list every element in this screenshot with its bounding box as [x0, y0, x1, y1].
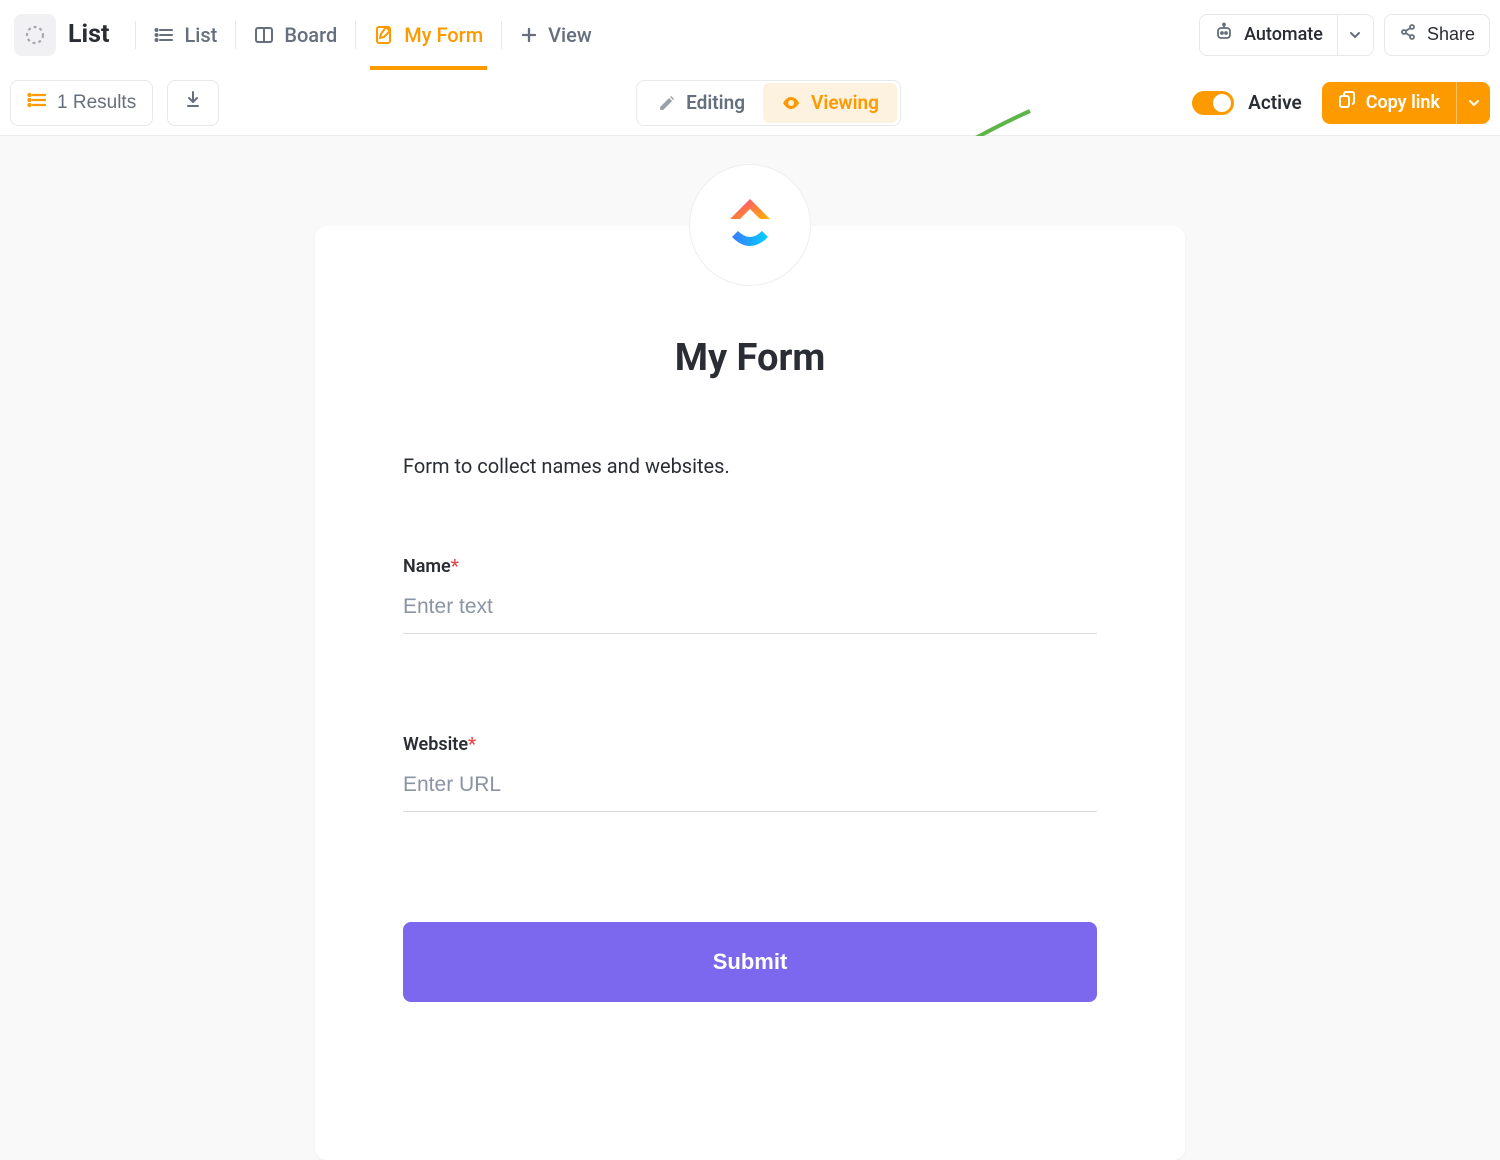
automate-dropdown[interactable] — [1337, 15, 1373, 55]
field-label-name: Name* — [403, 556, 1097, 577]
field-website: Website* — [403, 734, 1097, 812]
editing-label: Editing — [686, 91, 745, 114]
active-toggle[interactable]: Active — [1192, 91, 1302, 115]
active-label: Active — [1248, 91, 1302, 114]
required-indicator: * — [468, 734, 476, 755]
secondary-toolbar: 1 Results Editing Viewing Active — [0, 70, 1500, 136]
tab-label: Board — [284, 23, 337, 47]
share-icon — [1399, 23, 1417, 46]
automate-main[interactable]: Automate — [1200, 15, 1337, 55]
mode-segment: Editing Viewing — [636, 80, 901, 126]
robot-icon — [1214, 22, 1234, 47]
separator — [355, 21, 356, 49]
right-tools: Active Copy link — [1192, 82, 1490, 124]
eye-icon — [781, 93, 801, 113]
editing-mode-button[interactable]: Editing — [640, 83, 763, 123]
field-label-website: Website* — [403, 734, 1097, 755]
share-button[interactable]: Share — [1384, 14, 1490, 56]
form-icon — [374, 25, 394, 45]
viewing-label: Viewing — [811, 91, 879, 114]
brand-logo — [689, 164, 811, 286]
name-input[interactable] — [403, 577, 1097, 634]
tab-add-view[interactable]: View — [516, 0, 596, 70]
tab-label: List — [184, 23, 217, 47]
form-card: My Form Form to collect names and websit… — [315, 226, 1185, 1160]
tab-my-form[interactable]: My Form — [370, 0, 487, 70]
copy-icon — [1338, 91, 1356, 114]
separator — [135, 21, 136, 49]
website-input[interactable] — [403, 755, 1097, 812]
form-title: My Form — [403, 336, 1097, 380]
list-icon — [154, 25, 174, 45]
tab-label: View — [548, 23, 592, 47]
board-icon — [254, 25, 274, 45]
pencil-icon — [658, 94, 676, 112]
copy-link-button[interactable]: Copy link — [1322, 82, 1490, 124]
copy-link-label: Copy link — [1366, 92, 1440, 113]
copy-link-dropdown[interactable] — [1456, 82, 1490, 124]
view-bar: List List Board My Form View — [0, 0, 1500, 70]
list-badge: List — [10, 14, 121, 56]
submit-button[interactable]: Submit — [403, 922, 1097, 1002]
share-label: Share — [1427, 24, 1475, 45]
automate-label: Automate — [1244, 24, 1323, 45]
tab-list[interactable]: List — [150, 0, 221, 70]
automate-button[interactable]: Automate — [1199, 14, 1374, 56]
download-button[interactable] — [167, 80, 219, 126]
download-icon — [183, 90, 203, 116]
separator — [235, 21, 236, 49]
separator — [501, 21, 502, 49]
toggle-switch-icon — [1192, 91, 1234, 115]
form-description: Form to collect names and websites. — [403, 454, 1097, 478]
results-label: 1 Results — [57, 92, 136, 114]
required-indicator: * — [451, 556, 459, 577]
list-status-icon[interactable] — [14, 14, 56, 56]
results-button[interactable]: 1 Results — [10, 80, 153, 126]
name-label-text: Name — [403, 556, 451, 577]
plus-icon — [520, 26, 538, 44]
form-canvas: My Form Form to collect names and websit… — [0, 136, 1500, 1160]
field-name: Name* — [403, 556, 1097, 634]
website-label-text: Website — [403, 734, 468, 755]
viewing-mode-button[interactable]: Viewing — [763, 83, 897, 123]
tab-board[interactable]: Board — [250, 0, 341, 70]
copy-link-main[interactable]: Copy link — [1322, 82, 1456, 124]
tab-label: My Form — [404, 23, 483, 47]
list-title: List — [68, 20, 109, 49]
results-icon — [27, 90, 47, 116]
